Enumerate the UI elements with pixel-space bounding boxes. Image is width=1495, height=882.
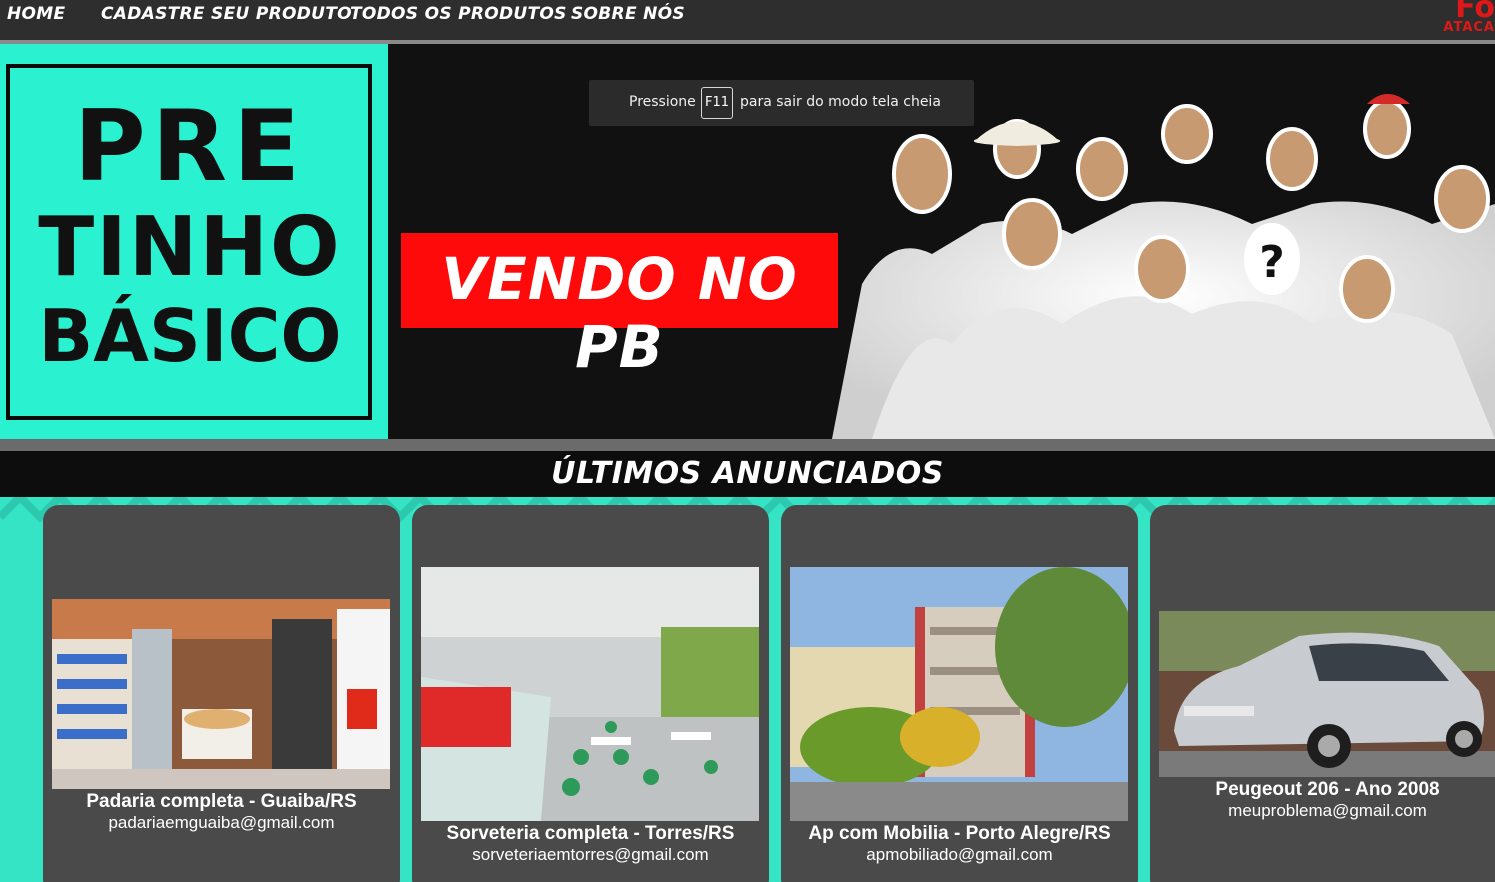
- listing-title: Ap com Mobilia - Porto Alegre/RS: [808, 823, 1111, 844]
- sell-badge-text: VENDO NO PB: [441, 245, 798, 381]
- top-nav: HOME CADASTRE SEU PRODUTO TODOS OS PRODU…: [0, 0, 1495, 40]
- nav-sobre-nos[interactable]: SOBRE NÓS: [571, 4, 685, 24]
- section-header: ÚLTIMOS ANUNCIADOS: [0, 451, 1495, 497]
- listing-card-peugeot[interactable]: Peugeout 206 - Ano 2008 meuproblema@gmai…: [1150, 505, 1495, 882]
- listing-title: Sorveteria completa - Torres/RS: [446, 823, 735, 844]
- f11-key-icon: F11: [701, 87, 733, 119]
- section-divider: [0, 439, 1495, 451]
- toast-text-after: para sair do modo tela cheia: [740, 94, 941, 110]
- partner-logo[interactable]: Fo ATACA: [1425, 0, 1495, 36]
- listing-email: apmobiliado@gmail.com: [866, 845, 1053, 864]
- section-title: ÚLTIMOS ANUNCIADOS: [551, 456, 944, 491]
- hero-banner: PRE TINHO BÁSICO VENDO NO PB ? Pressione…: [0, 44, 1495, 439]
- listing-title: Padaria completa - Guaiba/RS: [86, 791, 357, 812]
- listing-photo-peugeot: [1159, 611, 1495, 777]
- brand-logo-frame: PRE TINHO BÁSICO: [6, 64, 372, 420]
- listings-grid: Padaria completa - Guaiba/RS padariaemgu…: [0, 497, 1495, 882]
- partner-logo-bottom: ATACA: [1443, 20, 1495, 35]
- listing-photo-apartamento: [790, 567, 1128, 821]
- nav-todos-produtos[interactable]: TODOS OS PRODUTOS: [350, 4, 567, 24]
- brand-logo-line-2: TINHO: [38, 200, 342, 295]
- listing-title: Peugeout 206 - Ano 2008: [1215, 779, 1440, 800]
- listing-email: padariaemguaiba@gmail.com: [108, 813, 335, 832]
- hero-group-photo: ?: [832, 94, 1495, 439]
- nav-cadastre-produto[interactable]: CADASTRE SEU PRODUTO: [101, 4, 352, 24]
- listing-card-padaria[interactable]: Padaria completa - Guaiba/RS padariaemgu…: [43, 505, 400, 882]
- toast-text-before: Pressione: [629, 94, 696, 110]
- listing-email: sorveteriaemtorres@gmail.com: [472, 845, 709, 864]
- listing-photo-padaria: [52, 599, 390, 789]
- svg-text:?: ?: [1259, 237, 1285, 288]
- brand-logo-line-3: BÁSICO: [38, 294, 342, 378]
- fullscreen-exit-toast: Pressione F11 para sair do modo tela che…: [589, 80, 974, 126]
- sell-badge: VENDO NO PB: [401, 233, 838, 381]
- listing-email: meuproblema@gmail.com: [1228, 801, 1427, 820]
- listing-card-apartamento[interactable]: Ap com Mobilia - Porto Alegre/RS apmobil…: [781, 505, 1138, 882]
- listing-card-sorveteria[interactable]: Sorveteria completa - Torres/RS sorveter…: [412, 505, 769, 882]
- listing-photo-sorveteria: [421, 567, 759, 821]
- nav-home[interactable]: HOME: [7, 4, 65, 24]
- brand-logo: PRE TINHO BÁSICO: [0, 44, 388, 439]
- brand-logo-line-1: PRE: [73, 90, 307, 204]
